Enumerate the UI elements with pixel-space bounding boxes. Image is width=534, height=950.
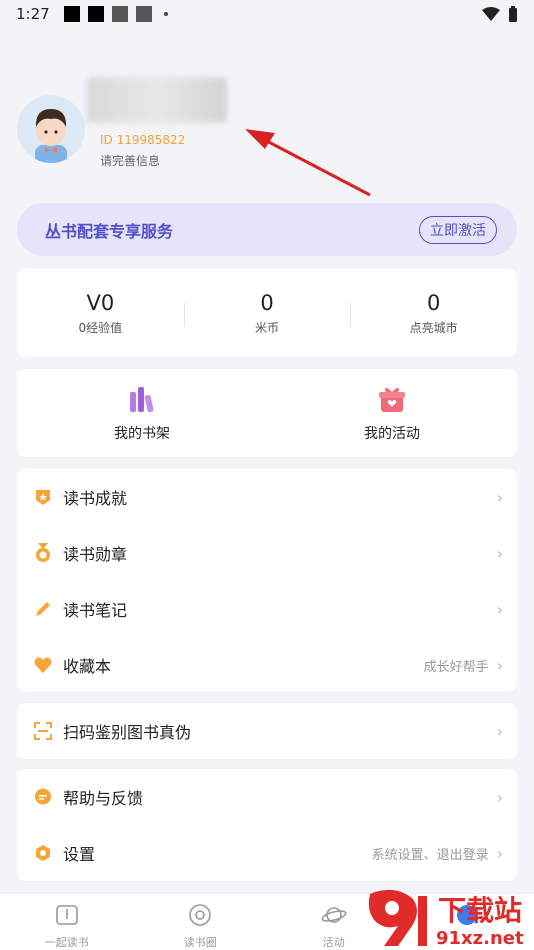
nav-label: 读书圈 [183, 936, 217, 949]
heart-icon [33, 655, 53, 675]
stat-value: 0 [426, 290, 441, 315]
reading-menu: 读书成就 › 读书勋章 › 读书笔记 › 收藏本 成长好帮手 › [17, 469, 517, 691]
my-bookshelf-button[interactable]: 我的书架 [17, 383, 267, 443]
menu-label: 扫码鉴别图书真伪 [63, 723, 192, 742]
nav-label: 一起读书 [44, 936, 89, 949]
stat-value: V0 [86, 290, 115, 315]
watermark-domain: 91xz.net [436, 928, 524, 949]
nav-reading-circle[interactable]: 读书圈 [134, 894, 268, 950]
pencil-icon [33, 599, 53, 619]
stats-card: V0 0经验值 0 米币 0 点亮城市 [17, 269, 517, 357]
menu-label: 帮助与反馈 [63, 789, 144, 808]
scan-icon [33, 721, 53, 741]
chevron-right-icon: › [496, 843, 503, 863]
badge-star-icon [33, 487, 53, 507]
status-time: 1:27 [16, 5, 50, 23]
chevron-right-icon: › [496, 487, 503, 507]
stat-experience[interactable]: V0 0经验值 [17, 291, 184, 336]
stat-cities[interactable]: 0 点亮城市 [350, 291, 517, 336]
wifi-icon [482, 7, 500, 21]
menu-item-settings[interactable]: 设置 系统设置、退出登录 › [17, 825, 517, 881]
status-bar: 1:27 [0, 0, 534, 28]
menu-label: 设置 [63, 845, 96, 864]
chat-bubble-icon [33, 787, 53, 807]
notification-icon [135, 6, 152, 22]
chevron-right-icon: › [496, 787, 503, 807]
bookshelf-label: 我的书架 [114, 426, 170, 442]
stat-label: 米币 [255, 320, 280, 335]
chevron-right-icon: › [496, 655, 503, 675]
activities-label: 我的活动 [364, 426, 420, 442]
menu-item-collection[interactable]: 收藏本 成长好帮手 › [17, 637, 517, 693]
stat-coins[interactable]: 0 米币 [183, 290, 351, 336]
menu-item-medals[interactable]: 读书勋章 › [17, 525, 517, 581]
stat-value: 0 [260, 290, 274, 315]
stat-label: 点亮城市 [409, 320, 458, 335]
menu-label: 读书笔记 [63, 601, 128, 620]
menu-label: 读书成就 [63, 489, 128, 508]
nav-read-together[interactable]: 一起读书 [0, 894, 134, 950]
service-title: 丛书配套专享服务 [45, 221, 174, 241]
watermark-brand: 下载站 [438, 894, 522, 927]
menu-label: 读书勋章 [63, 545, 128, 564]
site-watermark: 下载站 91xz.net [368, 889, 524, 949]
chevron-right-icon: › [496, 721, 503, 741]
username-blurred [87, 77, 227, 123]
battery-icon [509, 6, 517, 22]
more-notifications-icon [163, 12, 168, 16]
notification-icon [63, 6, 80, 22]
circle-icon [189, 904, 212, 926]
avatar[interactable] [17, 95, 85, 163]
menu-hint: 系统设置、退出登录 [371, 847, 489, 863]
quick-actions: 我的书架 我的活动 [17, 369, 517, 457]
chevron-right-icon: › [496, 599, 503, 619]
service-banner[interactable]: 丛书配套专享服务 立即激活 [17, 203, 517, 256]
menu-hint: 成长好帮手 [423, 659, 489, 675]
user-id: ID 119985822 [100, 133, 186, 147]
menu-item-help[interactable]: 帮助与反馈 › [17, 769, 517, 825]
planet-icon [321, 907, 347, 923]
menu-item-scan[interactable]: 扫码鉴别图书真伪 › [17, 703, 517, 759]
gear-icon [33, 843, 53, 863]
menu-label: 收藏本 [63, 657, 112, 676]
medal-icon [33, 543, 53, 563]
menu-item-achievements[interactable]: 读书成就 › [17, 469, 517, 525]
scan-card: 扫码鉴别图书真伪 › [17, 703, 517, 759]
bookshelf-icon [130, 387, 154, 413]
annotation-arrow [245, 129, 371, 197]
settings-card: 帮助与反馈 › 设置 系统设置、退出登录 › [17, 769, 517, 881]
gift-icon [379, 387, 405, 412]
activate-button[interactable]: 立即激活 [419, 215, 497, 244]
menu-item-notes[interactable]: 读书笔记 › [17, 581, 517, 637]
complete-info-link[interactable]: 请完善信息 [100, 152, 160, 169]
chevron-right-icon: › [496, 543, 503, 563]
stat-label: 0经验值 [78, 320, 123, 335]
notification-icon [111, 6, 128, 22]
book-icon [55, 905, 78, 925]
my-activities-button[interactable]: 我的活动 [267, 383, 517, 443]
notification-icon [87, 6, 104, 22]
